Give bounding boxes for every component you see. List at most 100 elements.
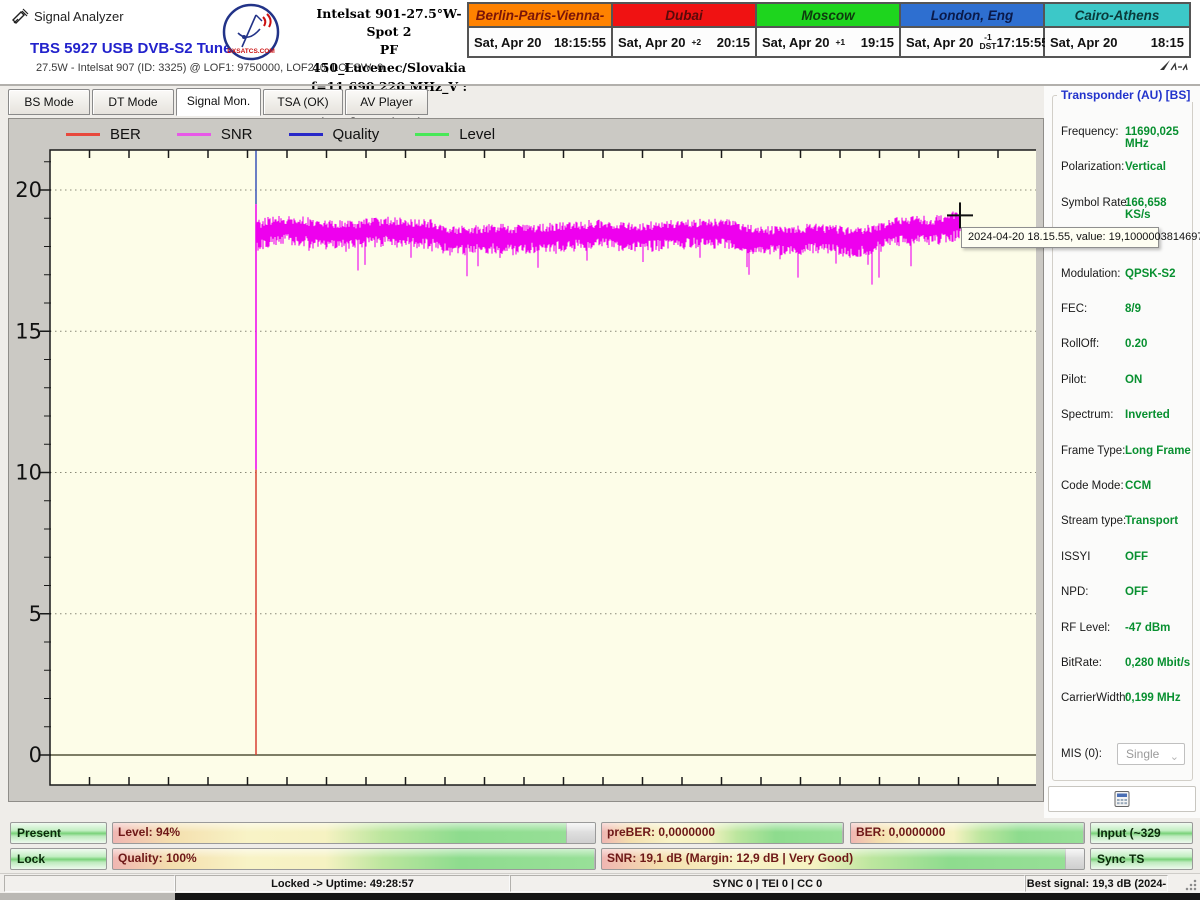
transponder-row-label: Code Mode: <box>1061 480 1124 492</box>
dxsatcs-logo: DXSATCS.COM <box>222 3 280 61</box>
transponder-row-label: Frequency: <box>1061 126 1119 138</box>
clock-time: 19:15 <box>861 35 894 50</box>
preber-gauge: preBER: 0,0000000 <box>601 822 844 844</box>
gauge-remainder <box>566 823 595 843</box>
transponder-row-label: Modulation: <box>1061 268 1120 280</box>
ber-gauge-label: BER: 0,0000000 <box>856 825 945 839</box>
transponder-row-value: 0.20 <box>1125 338 1147 350</box>
clock-london: London, Eng Sat, Apr 20 -1 DST 17:15:55 <box>901 4 1045 56</box>
transponder-row-label: CarrierWidth: <box>1061 692 1129 704</box>
tab-av-player[interactable]: AV Player <box>345 89 428 115</box>
mis-value: Single <box>1126 747 1159 761</box>
tab-tsa[interactable]: TSA (OK) <box>263 89 343 115</box>
transponder-row-value: Inverted <box>1125 409 1170 421</box>
mis-dropdown[interactable]: Single ⌄ <box>1117 743 1185 765</box>
logo-text: DXSATCS.COM <box>227 48 275 55</box>
transponder-row-value: 11690,025 MHz <box>1125 126 1192 150</box>
level-line-swatch <box>415 133 449 136</box>
clock-time: 17:15:55 <box>996 35 1048 50</box>
gauge-remainder <box>594 849 595 869</box>
statusbar-uptime: Locked -> Uptime: 49:28:57 <box>175 875 510 892</box>
quality-line-swatch <box>289 133 323 136</box>
clock-utc-offset: +2 <box>691 38 701 47</box>
svg-text:15: 15 <box>15 319 42 343</box>
svg-text:10: 10 <box>15 461 42 485</box>
level-gauge: Level: 94% <box>112 822 596 844</box>
transponder-row-label: Spectrum: <box>1061 409 1113 421</box>
calculator-icon <box>1113 790 1131 808</box>
gauge-remainder <box>1065 849 1084 869</box>
level-gauge-label: Level: 94% <box>118 825 180 839</box>
transponder-row-value: OFF <box>1125 551 1148 563</box>
lock-indicator: Lock <box>10 848 107 870</box>
transponder-row-label: RollOff: <box>1061 338 1099 350</box>
clock-date: Sat, Apr 20 <box>762 35 829 50</box>
statusbar-best-signal: Best signal: 19,3 dB (2024-04-18 18:58) <box>1025 875 1168 892</box>
clock-moscow: Moscow Sat, Apr 20 +1 19:15 <box>757 4 901 56</box>
bottom-edge-dark <box>175 893 1200 900</box>
transponder-row-value: QPSK-S2 <box>1125 268 1176 280</box>
clock-date: Sat, Apr 20 <box>474 35 541 50</box>
quality-gauge: Quality: 100% <box>112 848 596 870</box>
transponder-row-label: ISSYI <box>1061 551 1090 563</box>
chart-tooltip: 2024-04-20 18.15.55, value: 19,100000381… <box>961 227 1159 248</box>
clock-name: Moscow <box>757 4 899 28</box>
transponder-title: Transponder (AU) [BS] <box>1057 88 1194 102</box>
stream-analyzer-button[interactable] <box>1048 786 1196 812</box>
transponder-row-value: ON <box>1125 374 1142 386</box>
svg-text:20: 20 <box>15 178 42 202</box>
transponder-row-label: Pilot: <box>1061 374 1087 386</box>
transponder-row-label: NPD: <box>1061 586 1088 598</box>
tuner-name: TBS 5927 USB DVB-S2 Tuner <box>30 40 237 57</box>
transponder-row-value: 166,658 KS/s <box>1125 197 1192 221</box>
transponder-row-label: Symbol Rate: <box>1061 197 1130 209</box>
transponder-row-value: Vertical <box>1125 161 1166 173</box>
info-line-2: PF 450_Lucenec/Slovakia <box>310 41 468 77</box>
world-clocks: Berlin-Paris-Vienna-Roma Sat, Apr 20 18:… <box>467 2 1191 58</box>
preber-gauge-label: preBER: 0,0000000 <box>607 825 715 839</box>
gauge-remainder <box>842 823 843 843</box>
clock-time: 20:15 <box>717 35 750 50</box>
clock-time: 18:15:55 <box>554 35 606 50</box>
transponder-row-value: -47 dBm <box>1125 622 1170 634</box>
statusbar-blank <box>4 875 175 892</box>
bottom-edge-left <box>0 893 175 900</box>
transponder-row-value: 0,280 Mbit/s <box>1125 657 1190 669</box>
svg-text:5: 5 <box>29 602 42 626</box>
tab-signal-mon[interactable]: Signal Mon. <box>176 88 261 116</box>
chevron-down-icon: ⌄ <box>1170 747 1179 767</box>
ber-line-swatch <box>66 133 100 136</box>
transponder-row-value: Transport <box>1125 515 1178 527</box>
input-indicator: Input (~329 Kbps) <box>1090 822 1193 844</box>
clock-berlin: Berlin-Paris-Vienna-Roma Sat, Apr 20 18:… <box>469 4 613 56</box>
clock-name: Berlin-Paris-Vienna-Roma <box>469 4 611 28</box>
tab-bs-mode[interactable]: BS Mode <box>8 89 90 115</box>
svg-text:0: 0 <box>29 743 42 767</box>
clock-date: Sat, Apr 20 <box>618 35 685 50</box>
signal-chart[interactable]: 0 5 10 15 20 <box>14 140 1036 795</box>
clock-time: 18:15 <box>1151 35 1184 50</box>
header-divider <box>0 84 1200 86</box>
snr-gauge: SNR: 19,1 dB (Margin: 12,9 dB | Very Goo… <box>601 848 1085 870</box>
transponder-row-label: Polarization: <box>1061 161 1124 173</box>
snr-gauge-label: SNR: 19,1 dB (Margin: 12,9 dB | Very Goo… <box>607 851 853 865</box>
signature-icon <box>1158 58 1188 74</box>
clock-name: London, Eng <box>901 4 1043 28</box>
transponder-row-value: 0,199 MHz <box>1125 692 1181 704</box>
transponder-row-label: FEC: <box>1061 303 1087 315</box>
tab-dt-mode[interactable]: DT Mode <box>92 89 174 115</box>
transponder-row-label: Frame Type: <box>1061 445 1125 457</box>
sync-ts-indicator: Sync TS <box>1090 848 1193 870</box>
clock-utc-offset: +1 <box>835 38 845 47</box>
present-indicator: Present <box>10 822 107 844</box>
resize-grip[interactable] <box>1184 878 1197 891</box>
transponder-row-label: RF Level: <box>1061 622 1110 634</box>
clock-dubai: Dubai Sat, Apr 20 +2 20:15 <box>613 4 757 56</box>
snr-line-swatch <box>177 133 211 136</box>
clock-cairo: Cairo-Athens Sat, Apr 20 18:15 <box>1045 4 1189 56</box>
transponder-groupbox: MIS (0): Single ⌄ Frequency:11690,025 MH… <box>1052 95 1193 781</box>
transponder-row-label: Stream type: <box>1061 515 1126 527</box>
window-title: Signal Analyzer <box>34 9 124 24</box>
statusbar-counters: SYNC 0 | TEI 0 | CC 0 <box>510 875 1025 892</box>
info-line-1: Intelsat 901-27.5°W-Spot 2 <box>310 5 468 41</box>
